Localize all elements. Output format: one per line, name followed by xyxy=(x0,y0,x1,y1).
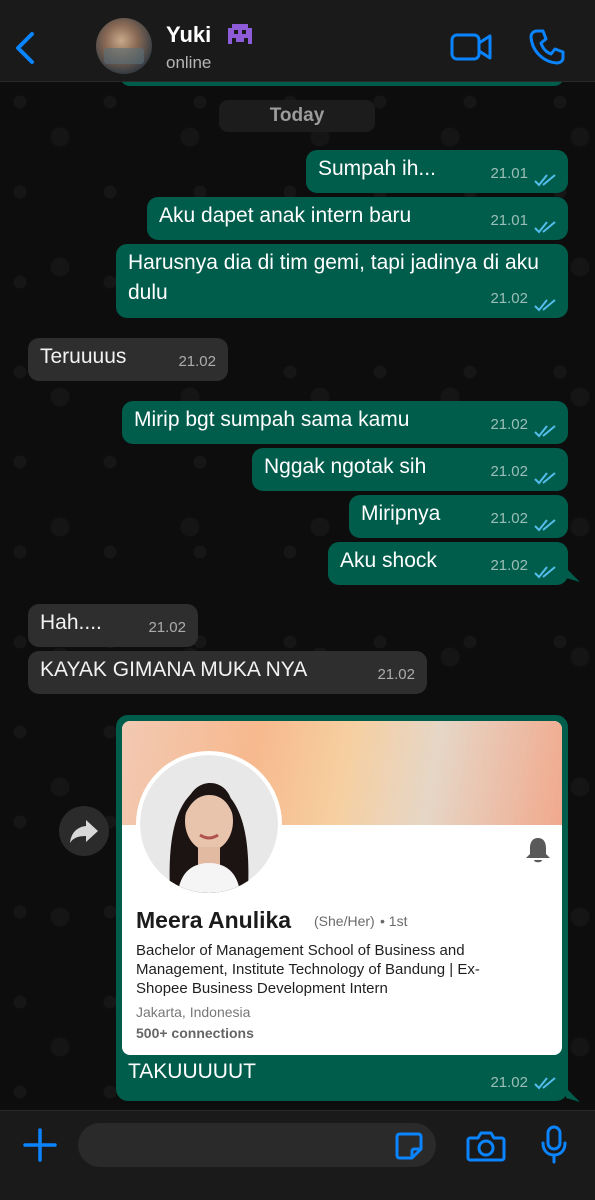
message-time: 21.02 xyxy=(490,510,528,527)
contact-status: online xyxy=(166,53,212,72)
message-time: 21.02 xyxy=(178,353,216,370)
read-ticks-icon xyxy=(534,425,556,438)
message-bubble[interactable]: Aku dapet anak intern baru 21.01 xyxy=(147,197,568,240)
message-text: TAKUUUUUT xyxy=(128,1060,256,1083)
profile-headline: Bachelor of Management School of Busines… xyxy=(136,942,480,997)
sticker-button[interactable] xyxy=(394,1131,424,1161)
message-input[interactable] xyxy=(78,1123,436,1167)
composer-bar xyxy=(0,1110,595,1200)
contact-name[interactable]: Yuki xyxy=(166,22,211,48)
message-bubble[interactable]: Nggak ngotak sih 21.02 xyxy=(252,448,568,491)
message-time: 21.02 xyxy=(377,666,415,683)
back-button[interactable] xyxy=(10,28,40,68)
message-time: 21.02 xyxy=(490,416,528,433)
camera-icon xyxy=(466,1131,506,1162)
microphone-icon xyxy=(541,1125,567,1164)
read-ticks-icon xyxy=(534,566,556,579)
message-text: Teruuuus xyxy=(40,345,127,368)
message-time: 21.02 xyxy=(490,1074,528,1091)
back-chevron-icon xyxy=(16,32,34,64)
sticker-icon xyxy=(395,1132,423,1160)
message-bubble[interactable]: Sumpah ih... 21.01 xyxy=(306,150,568,193)
profile-photo xyxy=(136,751,282,897)
date-separator: Today xyxy=(219,100,375,132)
read-ticks-icon xyxy=(534,174,556,187)
message-bubble[interactable]: Miripnya 21.02 xyxy=(349,495,568,538)
bell-icon xyxy=(526,838,550,863)
message-text: Aku shock xyxy=(340,549,437,572)
read-ticks-icon xyxy=(534,221,556,234)
forward-button[interactable] xyxy=(59,806,109,856)
message-bubble[interactable]: Mirip bgt sumpah sama kamu 21.02 xyxy=(122,401,568,444)
message-bubble[interactable]: Teruuuus 21.02 xyxy=(28,338,228,381)
forward-icon xyxy=(70,820,98,843)
chat-header: Yuki online xyxy=(0,0,595,82)
voice-call-button[interactable] xyxy=(528,28,566,66)
video-call-button[interactable] xyxy=(450,30,492,64)
video-camera-icon xyxy=(450,33,492,61)
avatar[interactable] xyxy=(96,18,152,74)
message-bubble[interactable]: Aku shock 21.02 xyxy=(328,542,568,585)
message-text: Sumpah ih... xyxy=(318,157,436,180)
profile-pronouns: (She/Her) xyxy=(314,913,375,929)
attach-button[interactable] xyxy=(22,1127,58,1163)
shared-profile-message[interactable]: Meera Anulika (She/Her) • 1st Bachelor o… xyxy=(116,715,568,1101)
message-time: 21.02 xyxy=(490,557,528,574)
message-bubble[interactable]: Harusnya dia di tim gemi, tapi jadinya d… xyxy=(116,244,568,318)
connection-degree: • 1st xyxy=(380,913,408,929)
profile-connections: 500+ connections xyxy=(136,1025,254,1041)
message-time: 21.02 xyxy=(148,619,186,636)
message-text: KAYAK GIMANA MUKA NYA xyxy=(40,658,308,681)
camera-button[interactable] xyxy=(466,1129,506,1163)
message-text: Mirip bgt sumpah sama kamu xyxy=(134,408,410,431)
message-time: 21.01 xyxy=(490,212,528,229)
message-text: Aku dapet anak intern baru xyxy=(159,204,412,227)
previous-message-bubble xyxy=(120,82,564,86)
profile-card[interactable]: Meera Anulika (She/Her) • 1st Bachelor o… xyxy=(122,721,562,1055)
chat-area[interactable]: Today Sumpah ih... 21.01 Aku dapet anak … xyxy=(0,82,595,1110)
read-ticks-icon xyxy=(534,472,556,485)
alien-monster-emoji-icon xyxy=(226,22,254,46)
profile-location: Jakarta, Indonesia xyxy=(136,1004,251,1020)
message-text: Nggak ngotak sih xyxy=(264,455,427,478)
bubble-tail xyxy=(566,1088,580,1102)
phone-icon xyxy=(529,29,565,65)
notification-bell-button[interactable] xyxy=(524,835,552,865)
read-ticks-icon xyxy=(534,519,556,532)
read-ticks-icon xyxy=(534,299,556,312)
plus-icon xyxy=(23,1128,57,1162)
message-bubble[interactable]: KAYAK GIMANA MUKA NYA 21.02 xyxy=(28,651,427,694)
voice-message-button[interactable] xyxy=(540,1125,568,1165)
message-bubble[interactable]: Hah.... 21.02 xyxy=(28,604,198,647)
bubble-tail xyxy=(566,568,580,582)
message-time: 21.02 xyxy=(490,290,528,307)
message-time: 21.01 xyxy=(490,165,528,182)
message-text: Miripnya xyxy=(361,502,441,525)
message-text: Hah.... xyxy=(40,611,102,634)
profile-name: Meera Anulika xyxy=(136,907,292,933)
message-time: 21.02 xyxy=(490,463,528,480)
read-ticks-icon xyxy=(534,1077,556,1090)
